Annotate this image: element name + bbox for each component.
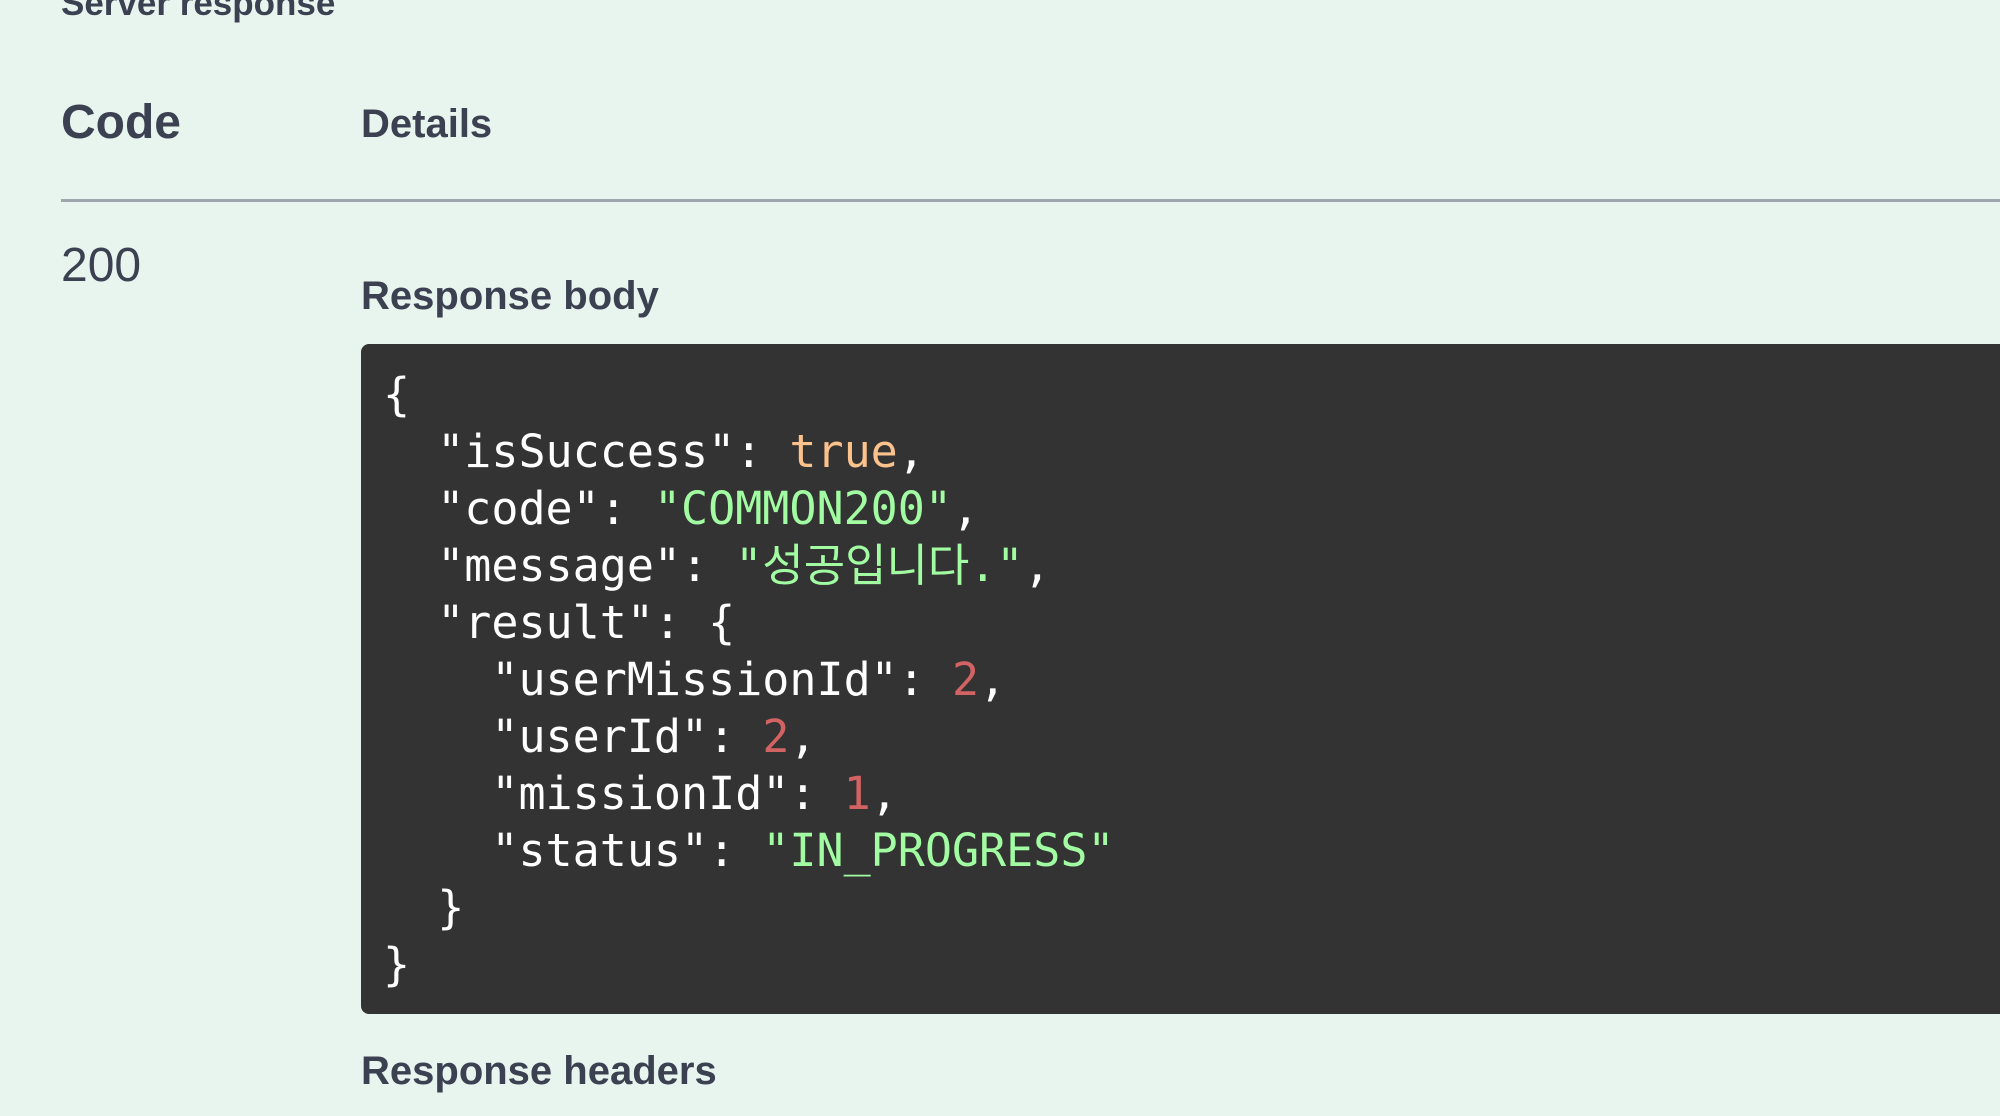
code-line: "result": { <box>383 594 2000 651</box>
json-separator: : <box>681 539 736 592</box>
code-line: "userId": 2, <box>383 708 2000 765</box>
json-punctuation: } <box>437 881 465 934</box>
json-key: "code" <box>437 482 600 535</box>
response-headers-label: Response headers <box>361 1049 717 1093</box>
json-punctuation: , <box>870 767 898 820</box>
code-line: "message": "성공입니다.", <box>383 537 2000 594</box>
json-punctuation: , <box>897 425 925 478</box>
json-separator: : <box>653 596 709 649</box>
json-separator: : <box>735 425 790 478</box>
json-key: "result" <box>437 596 654 649</box>
json-punctuation: } <box>383 938 411 991</box>
details-column-header: Details <box>361 102 493 146</box>
json-value: "성공입니다." <box>735 539 1024 592</box>
code-line: { <box>383 366 2000 423</box>
code-line: "code": "COMMON200", <box>383 480 2000 537</box>
json-punctuation: , <box>979 653 1007 706</box>
code-column-header: Code <box>61 96 181 149</box>
code-line: "status": "IN_PROGRESS" <box>383 822 2000 879</box>
json-value: 2 <box>762 710 790 763</box>
section-title: Server response <box>61 0 336 23</box>
status-code: 200 <box>61 239 142 292</box>
table-divider <box>61 199 2000 202</box>
code-line: "userMissionId": 2, <box>383 651 2000 708</box>
response-body-label: Response body <box>361 274 659 318</box>
json-value: 2 <box>951 653 980 706</box>
json-separator: : <box>897 653 952 706</box>
json-punctuation: { <box>383 368 411 421</box>
json-punctuation: , <box>789 710 817 763</box>
json-value: "IN_PROGRESS" <box>762 824 1115 877</box>
code-line: } <box>383 936 2000 993</box>
json-value: 1 <box>843 767 871 820</box>
json-key: "message" <box>437 539 682 592</box>
code-line: } <box>383 879 2000 936</box>
response-body-code[interactable]: { "isSuccess": true, "code": "COMMON200"… <box>361 344 2000 1014</box>
json-separator: : <box>789 767 844 820</box>
json-separator: : <box>708 824 763 877</box>
json-key: "isSuccess" <box>437 425 736 478</box>
json-punctuation: , <box>1023 539 1051 592</box>
json-punctuation: , <box>951 482 980 535</box>
json-key: "missionId" <box>491 767 790 820</box>
json-key: "userMissionId" <box>491 653 898 706</box>
json-separator: : <box>708 710 763 763</box>
json-punctuation: { <box>708 596 736 649</box>
json-value: true <box>789 425 898 478</box>
json-value: "COMMON200" <box>653 482 952 535</box>
code-line: "isSuccess": true, <box>383 423 2000 480</box>
code-line: "missionId": 1, <box>383 765 2000 822</box>
json-separator: : <box>599 482 654 535</box>
json-key: "userId" <box>491 710 709 763</box>
json-key: "status" <box>491 824 709 877</box>
